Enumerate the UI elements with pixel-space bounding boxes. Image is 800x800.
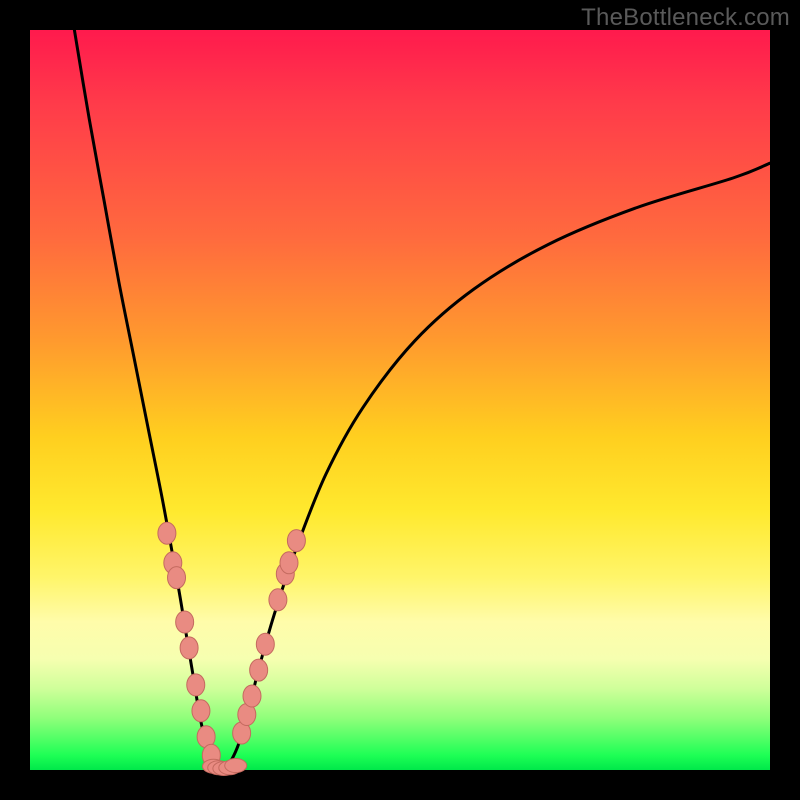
marker-bottom-4: [225, 759, 247, 773]
marker-right-7: [280, 552, 298, 574]
marker-left-2: [168, 567, 186, 589]
plot-area: [30, 30, 770, 770]
watermark-text: TheBottleneck.com: [581, 4, 790, 32]
marker-right-2: [243, 685, 261, 707]
marker-right-8: [287, 530, 305, 552]
curve-left-branch: [74, 30, 222, 770]
marker-right-3: [250, 659, 268, 681]
marker-right-4: [256, 633, 274, 655]
marker-left-4: [180, 637, 198, 659]
marker-left-6: [192, 700, 210, 722]
outer-frame: TheBottleneck.com: [0, 0, 800, 800]
marker-left-5: [187, 674, 205, 696]
marker-right-5: [269, 589, 287, 611]
curve-right-branch: [222, 163, 770, 770]
marker-left-0: [158, 522, 176, 544]
marker-left-3: [176, 611, 194, 633]
curve-layer: [30, 30, 770, 770]
